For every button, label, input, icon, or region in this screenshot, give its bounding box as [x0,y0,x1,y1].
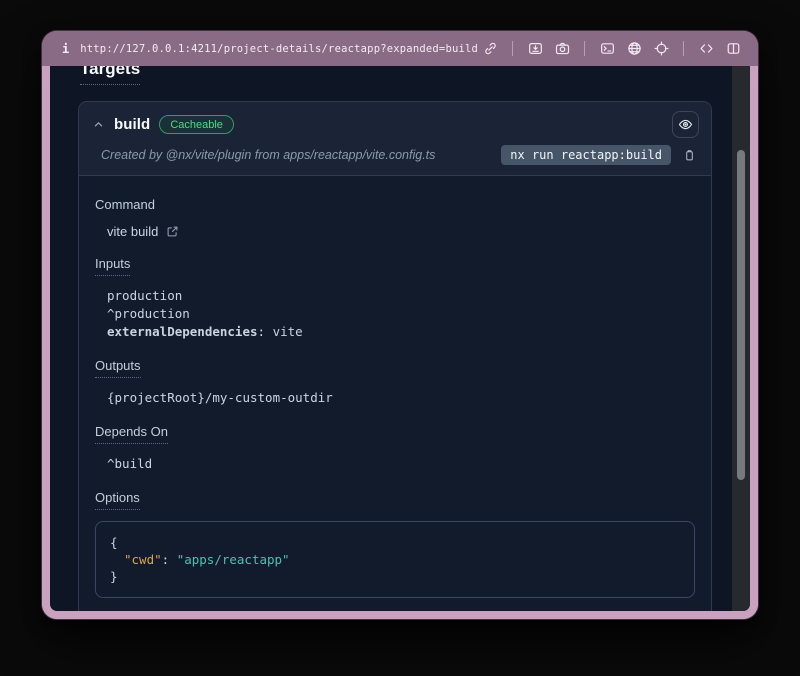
depends-on-section-label: Depends On [95,424,695,444]
outputs-section-label: Outputs [95,358,695,378]
inputs-section-label: Inputs [95,256,695,276]
output-item: {projectRoot}/my-custom-outdir [107,389,695,407]
cacheable-badge[interactable]: Cacheable [159,115,234,134]
chevron-up-icon[interactable] [92,118,105,131]
camera-icon[interactable] [553,40,571,58]
toolbar-divider [683,41,684,56]
command-value: vite build [107,224,158,239]
options-section-label: Options [95,490,695,510]
crosshair-icon[interactable] [652,40,670,58]
link-icon[interactable] [481,40,499,58]
project-details-page: Targets build Cacheable [50,66,750,611]
target-name: build [114,116,150,133]
created-by-text: Created by @nx/vite/plugin from apps/rea… [101,148,435,162]
scrollbar-track[interactable] [732,66,750,611]
external-link-icon[interactable] [165,224,180,239]
options-json-block: { "cwd": "apps/reactapp" } [95,521,695,598]
info-icon: i [62,42,69,56]
scrollbar-thumb[interactable] [737,150,745,480]
input-item: production [107,287,695,305]
window-frame: Targets build Cacheable [42,66,758,619]
run-command-chip[interactable]: nx run reactapp:build [501,145,671,165]
code-icon[interactable] [697,40,715,58]
json-value: "apps/reactapp" [177,552,290,567]
view-in-graph-button[interactable] [672,111,699,138]
targets-heading: Targets [80,66,712,85]
url-text: http://127.0.0.1:4211/project-details/re… [80,43,478,55]
target-card-build: build Cacheable Created by @nx/vite/plug… [78,101,712,611]
browser-toolbar: i http://127.0.0.1:4211/project-details/… [42,31,758,66]
terminal-icon[interactable] [598,40,616,58]
browser-window: i http://127.0.0.1:4211/project-details/… [42,31,758,619]
save-window-icon[interactable] [526,40,544,58]
command-section-label: Command [95,197,695,212]
toolbar-divider [584,41,585,56]
input-item: externalDependencies: vite [107,323,695,341]
globe-icon[interactable] [625,40,643,58]
json-key: "cwd" [124,552,162,567]
build-card-body: Command vite build Inputs production ^pr… [79,176,711,611]
input-item: ^production [107,305,695,323]
toolbar-icon-group [481,40,742,58]
depends-on-item: ^build [107,455,695,473]
copy-command-button[interactable] [679,145,699,165]
copy-icon [683,149,696,162]
eye-icon [678,117,693,132]
toolbar-divider [512,41,513,56]
split-columns-icon[interactable] [724,40,742,58]
build-card-header: build Cacheable Created by @nx/vite/plug… [79,102,711,176]
